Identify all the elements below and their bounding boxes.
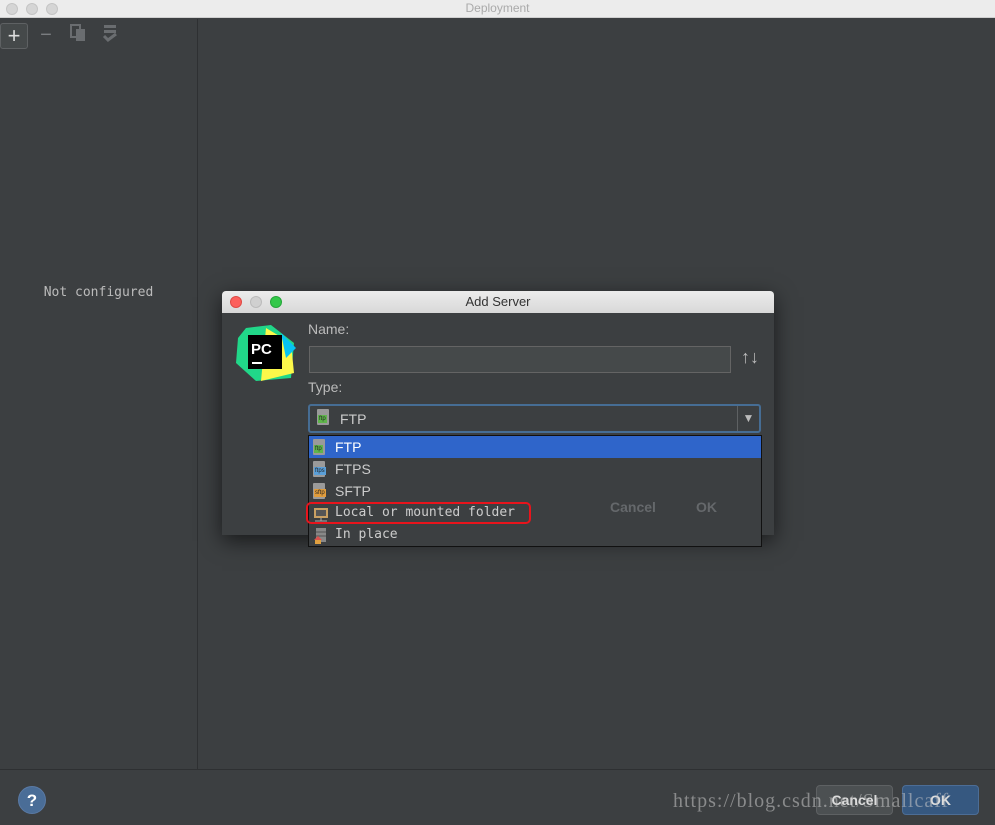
- not-configured-text: Not configured: [43, 285, 154, 300]
- type-selected-value: FTP: [340, 411, 367, 427]
- add-server-button[interactable]: +: [0, 23, 28, 49]
- dialog-cancel-button[interactable]: Cancel: [610, 499, 656, 515]
- server-list-panel: [0, 51, 197, 769]
- window-title: Deployment: [465, 1, 530, 15]
- name-label: Name:: [308, 321, 350, 337]
- sftp-icon: sftp: [313, 483, 329, 500]
- dialog-zoom-button[interactable]: [270, 296, 282, 308]
- pycharm-logo-icon: PC: [236, 325, 296, 381]
- panel-divider: [197, 19, 198, 769]
- ftp-icon: ftp: [317, 409, 333, 426]
- option-ftp[interactable]: ftp FTP: [309, 436, 761, 458]
- sort-icon[interactable]: ↑↓: [741, 347, 759, 368]
- highlight-annotation-box: [306, 502, 531, 524]
- option-label: FTP: [335, 439, 362, 455]
- remove-server-button[interactable]: −: [32, 23, 60, 49]
- close-window-button[interactable]: [6, 3, 18, 15]
- zoom-window-button[interactable]: [46, 3, 58, 15]
- option-sftp[interactable]: sftp SFTP: [309, 480, 761, 502]
- option-in-place[interactable]: In place: [309, 524, 761, 546]
- option-label: In place: [335, 527, 398, 542]
- server-home-icon: [314, 528, 326, 544]
- minimize-window-button[interactable]: [26, 3, 38, 15]
- dialog-ok-button[interactable]: OK: [696, 499, 717, 515]
- type-dropdown-list: ftp FTP ftps FTPS sftp SFTP Local or mou…: [308, 435, 762, 547]
- ftps-icon: ftps: [313, 461, 329, 478]
- svg-text:PC: PC: [251, 341, 272, 358]
- use-as-default-icon[interactable]: [96, 23, 124, 49]
- option-ftps[interactable]: ftps FTPS: [309, 458, 761, 480]
- dialog-titlebar: Add Server: [222, 291, 774, 313]
- dialog-minimize-button[interactable]: [250, 296, 262, 308]
- watermark: https://blog.csdn.net/Smallcaff: [673, 790, 950, 812]
- toolbar: + −: [0, 19, 198, 51]
- type-combobox[interactable]: ftp FTP ▼: [308, 404, 761, 433]
- dialog-title: Add Server: [465, 294, 531, 309]
- option-label: SFTP: [335, 483, 371, 499]
- type-label: Type:: [308, 379, 343, 395]
- option-label: FTPS: [335, 461, 371, 477]
- ftp-icon: ftp: [313, 439, 329, 456]
- dialog-close-button[interactable]: [230, 296, 242, 308]
- name-input[interactable]: [309, 346, 731, 373]
- help-button[interactable]: ?: [18, 786, 46, 814]
- window-titlebar: Deployment: [0, 0, 995, 18]
- chevron-down-icon[interactable]: ▼: [737, 406, 759, 431]
- copy-icon[interactable]: [64, 23, 92, 49]
